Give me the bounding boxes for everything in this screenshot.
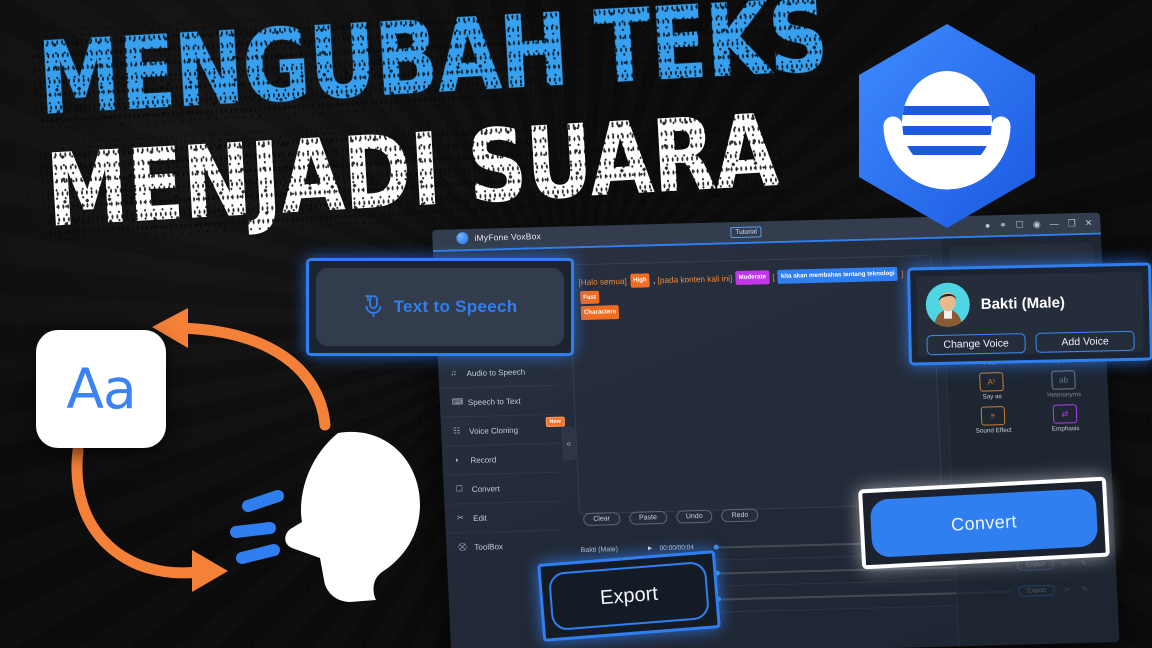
undo-button[interactable]: Undo <box>675 509 713 524</box>
sidebar-item-label: Edit <box>472 513 488 523</box>
editor-bracket-text: [pada konten kali ini] <box>657 274 733 286</box>
maximize-button[interactable]: ❒ <box>1067 218 1076 228</box>
arrow-head-right-icon <box>192 550 228 592</box>
cycle-arrow-bottom-icon <box>71 444 204 579</box>
change-voice-button[interactable]: Change Voice <box>926 333 1026 356</box>
text-to-speech-callout[interactable]: Text to Speech <box>306 258 574 356</box>
emphasis-icon: ⇄ <box>1052 404 1078 424</box>
app-logo-icon <box>456 232 469 245</box>
text-to-speech-button[interactable]: Text to Speech <box>316 268 564 346</box>
characters-tag: Characters <box>580 305 620 321</box>
say-as-icon: A¹ <box>979 372 1004 392</box>
user-avatar-icon <box>925 282 971 328</box>
heteronyms-icon: ab <box>1051 370 1076 390</box>
close-button[interactable]: ✕ <box>1085 217 1093 227</box>
new-badge: New <box>545 416 566 428</box>
speaking-head-icon <box>285 431 420 602</box>
sound-lines-icon <box>230 490 284 564</box>
sound-effect-icon: ≡ <box>980 406 1006 426</box>
text-to-speech-label: Text to Speech <box>393 297 518 316</box>
export-button[interactable]: Export <box>547 560 711 632</box>
editor-tag: Fast <box>579 290 600 305</box>
clear-button[interactable]: Clear <box>582 512 621 527</box>
cycle-arrow-top-icon <box>172 322 331 431</box>
tool-label: Emphasis <box>1051 425 1080 433</box>
text-to-speech-mic-icon <box>364 295 381 317</box>
tool-label: Heteronyms <box>1046 391 1082 399</box>
sidebar-item-edit[interactable]: ✂ Edit <box>444 500 564 533</box>
tool-sound-effect[interactable]: ≡ Sound Effect <box>959 405 1028 435</box>
tool-label: Sound Effect <box>975 426 1012 435</box>
add-voice-button[interactable]: Add Voice <box>1035 330 1135 353</box>
editor-bracket-text: ] <box>900 269 904 279</box>
text-card: Aa <box>36 330 166 448</box>
minimize-button[interactable]: — <box>1049 218 1058 228</box>
editor-tag: Moderate <box>735 270 770 285</box>
editor-text[interactable]: [Halo semua] High , [pada konten kali in… <box>578 266 924 322</box>
app-logo-group: iMyFone VoxBox <box>456 230 542 245</box>
editor-bracket-text: [Halo semua] <box>578 276 627 288</box>
voice-selection-callout[interactable]: Bakti (Male) Change Voice Add Voice <box>907 262 1152 366</box>
sidebar-item-label: Audio to Speech <box>466 367 526 378</box>
microphone-hexagon-icon <box>859 24 1035 228</box>
sidebar-item-label: Record <box>470 454 497 465</box>
sidebar-item-label: Voice Cloning <box>468 425 519 436</box>
export-callout[interactable]: Export <box>537 550 721 642</box>
headline-line-2-text: MENJADI SUARA <box>43 93 781 251</box>
poster-background: iMyFone VoxBox Tutorial ● ⚭ ☐ ◉ — ❒ ✕ ♫ A… <box>0 0 1152 648</box>
paste-button[interactable]: Paste <box>628 510 668 525</box>
tool-emphasis[interactable]: ⇄ Emphasis <box>1031 404 1100 434</box>
editor-tag: kita akan membahas tentang teknologi <box>777 266 899 284</box>
editor-tag: High <box>629 273 651 288</box>
tool-say-as[interactable]: A¹ Say as <box>957 371 1026 401</box>
play-icon[interactable]: ► <box>647 545 654 552</box>
convert-callout[interactable]: Convert <box>858 476 1110 570</box>
convert-button[interactable]: Convert <box>869 488 1099 558</box>
app-name: iMyFone VoxBox <box>474 231 542 243</box>
editor-plain-text: , <box>652 276 656 286</box>
redo-button[interactable]: Redo <box>721 508 759 523</box>
text-card-label: Aa <box>66 357 136 421</box>
sidebar-item-label: Convert <box>471 483 501 494</box>
tutorial-button[interactable]: Tutorial <box>730 225 763 238</box>
tool-heteronyms[interactable]: ab Heteronyms <box>1029 370 1098 400</box>
sidebar-item-toolbox[interactable]: ⛒ ToolBox <box>445 529 566 562</box>
sidebar-item-convert[interactable]: ☐ Convert <box>443 471 563 504</box>
headline-line-2: MENJADI SUARA <box>43 93 781 251</box>
text-editor-panel[interactable]: [Halo semua] High , [pada konten kali in… <box>567 254 943 515</box>
track-voice-name: Bakti (Male) <box>580 546 619 555</box>
sidebar-collapse-button[interactable]: « <box>561 426 577 461</box>
sidebar-item-label: Speech to Text <box>467 396 521 407</box>
selected-voice-name: Bakti (Male) <box>980 293 1066 313</box>
editor-bracket-text: [ <box>772 273 775 283</box>
sidebar-item-label: ToolBox <box>474 541 504 552</box>
tool-label: Say as <box>982 393 1002 401</box>
